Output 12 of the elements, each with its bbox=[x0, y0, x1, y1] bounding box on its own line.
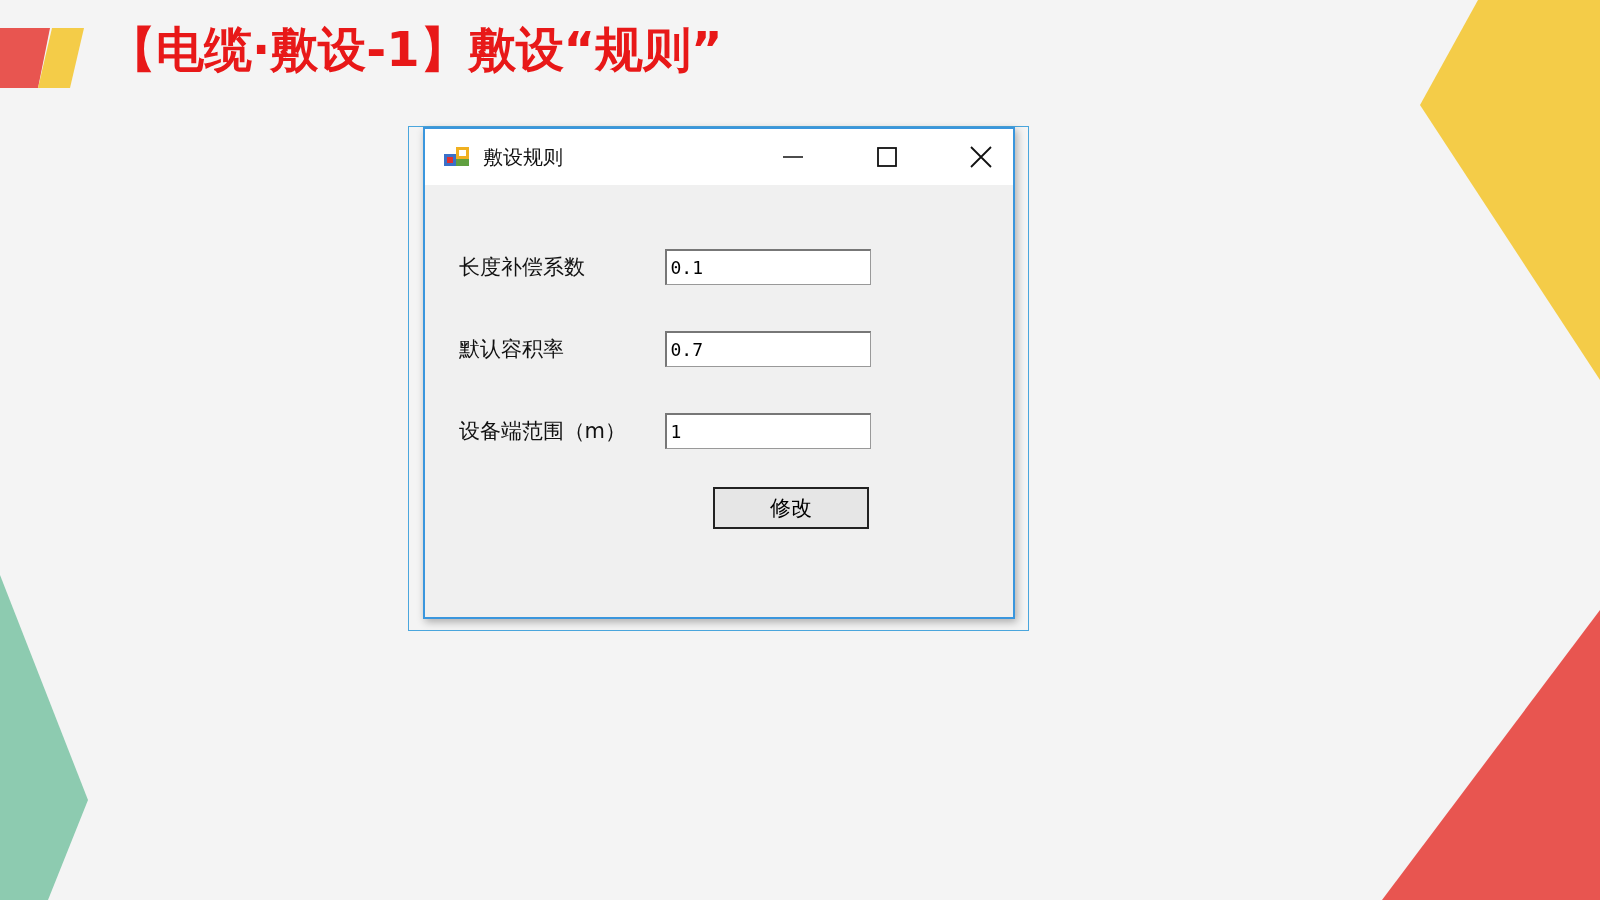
field-label: 长度补偿系数 bbox=[458, 254, 586, 281]
input-field[interactable]: 0.7 bbox=[664, 331, 871, 367]
modify-button[interactable]: 修改 bbox=[712, 487, 869, 529]
maximize-icon[interactable] bbox=[874, 145, 899, 169]
window-icon bbox=[442, 145, 471, 169]
close-icon[interactable] bbox=[968, 145, 993, 169]
field-label: 默认容积率 bbox=[458, 336, 565, 363]
input-field[interactable]: 0.1 bbox=[664, 249, 871, 285]
slide-title: 【电缆·敷设-1】敷设“规则” bbox=[108, 20, 723, 79]
input-field[interactable]: 1 bbox=[664, 413, 871, 449]
window-title: 敷设规则 bbox=[482, 143, 563, 171]
field-label: 设备端范围（m） bbox=[458, 418, 627, 445]
